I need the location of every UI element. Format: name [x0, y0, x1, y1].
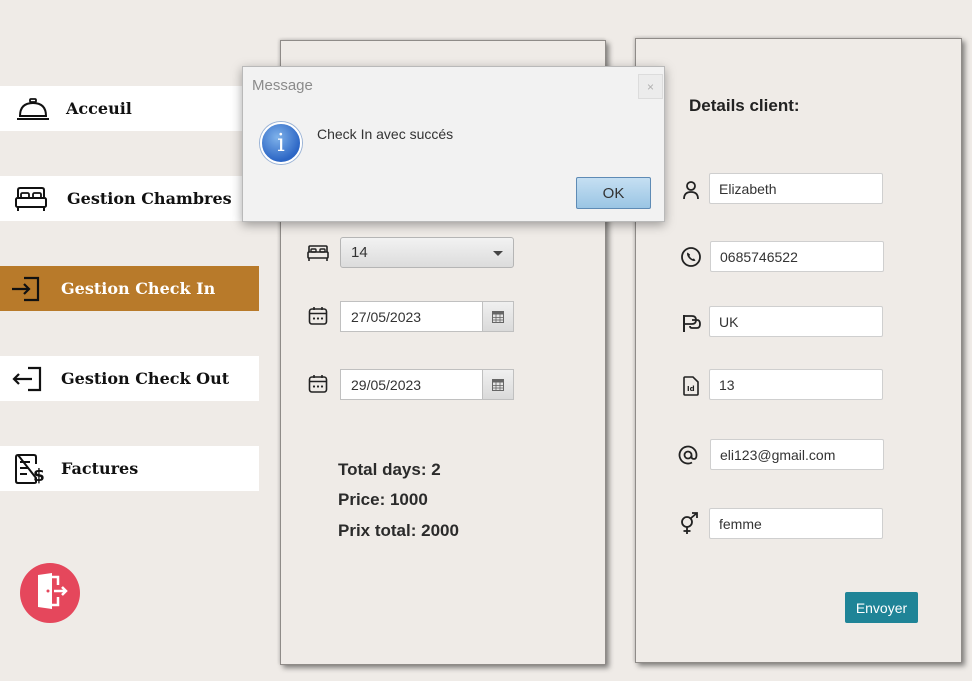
room-select-value: 14: [351, 244, 368, 261]
close-icon[interactable]: ×: [638, 74, 663, 99]
client-gender-field[interactable]: [709, 508, 883, 539]
bed-icon: [306, 241, 330, 265]
client-country-field[interactable]: [709, 306, 883, 337]
sidebar-item-factures[interactable]: $ Factures: [0, 446, 259, 491]
date-in-value: 27/05/2023: [351, 309, 422, 325]
service-bell-icon: [16, 92, 50, 126]
sidebar-item-label: Gestion Check In: [61, 279, 216, 298]
date-out-picker[interactable]: 29/05/2023: [340, 369, 514, 400]
message-dialog: Message × i Check In avec succés OK: [242, 66, 665, 222]
date-in-picker[interactable]: 27/05/2023: [340, 301, 514, 332]
client-email-field[interactable]: [710, 439, 884, 470]
client-name-field[interactable]: [709, 173, 883, 204]
calendar-icon: [306, 304, 330, 328]
bed-icon: [14, 182, 48, 216]
calendar-grid-icon[interactable]: [482, 370, 513, 399]
at-sign-icon: [676, 443, 700, 467]
client-panel: [635, 38, 962, 663]
total-days-label: Total days: 2: [338, 460, 441, 479]
check-out-icon: [9, 362, 43, 396]
client-phone-field[interactable]: [710, 241, 884, 272]
dialog-title: Message: [252, 77, 313, 94]
client-details-title: Details client:: [689, 96, 800, 115]
total-price-label: Prix total: 2000: [338, 521, 459, 540]
sidebar-item-gestion-chambres[interactable]: Gestion Chambres: [0, 176, 259, 221]
calendar-grid-icon[interactable]: [482, 302, 513, 331]
logout-door-icon: [32, 571, 68, 616]
id-card-icon: Id: [679, 374, 703, 398]
sidebar-item-acceuil[interactable]: Acceuil: [0, 86, 259, 131]
sidebar-item-label: Acceuil: [66, 99, 132, 118]
invoice-dollar-icon: $: [13, 452, 47, 486]
sidebar-item-label: Gestion Chambres: [67, 189, 232, 208]
logout-button[interactable]: [20, 563, 80, 623]
room-select[interactable]: 14: [340, 237, 514, 268]
phone-icon: [679, 245, 703, 269]
svg-text:$: $: [33, 466, 45, 486]
price-label: Price: 1000: [338, 490, 428, 509]
flag-icon: [679, 311, 703, 335]
calendar-icon: [306, 372, 330, 396]
client-id-field[interactable]: [709, 369, 883, 400]
dialog-message: Check In avec succés: [317, 126, 454, 142]
check-in-icon: [9, 272, 43, 306]
info-icon: i: [260, 122, 302, 164]
chevron-down-icon: [493, 251, 503, 256]
person-icon: [679, 178, 703, 202]
gender-icon: [677, 512, 701, 536]
sidebar-item-label: Factures: [61, 459, 139, 478]
sidebar-item-gestion-check-in[interactable]: Gestion Check In: [0, 266, 259, 311]
ok-button[interactable]: OK: [576, 177, 651, 209]
sidebar-item-label: Gestion Check Out: [61, 369, 230, 388]
send-button[interactable]: Envoyer: [845, 592, 918, 623]
sidebar-item-gestion-check-out[interactable]: Gestion Check Out: [0, 356, 259, 401]
date-out-value: 29/05/2023: [351, 377, 422, 393]
svg-text:Id: Id: [687, 385, 695, 393]
